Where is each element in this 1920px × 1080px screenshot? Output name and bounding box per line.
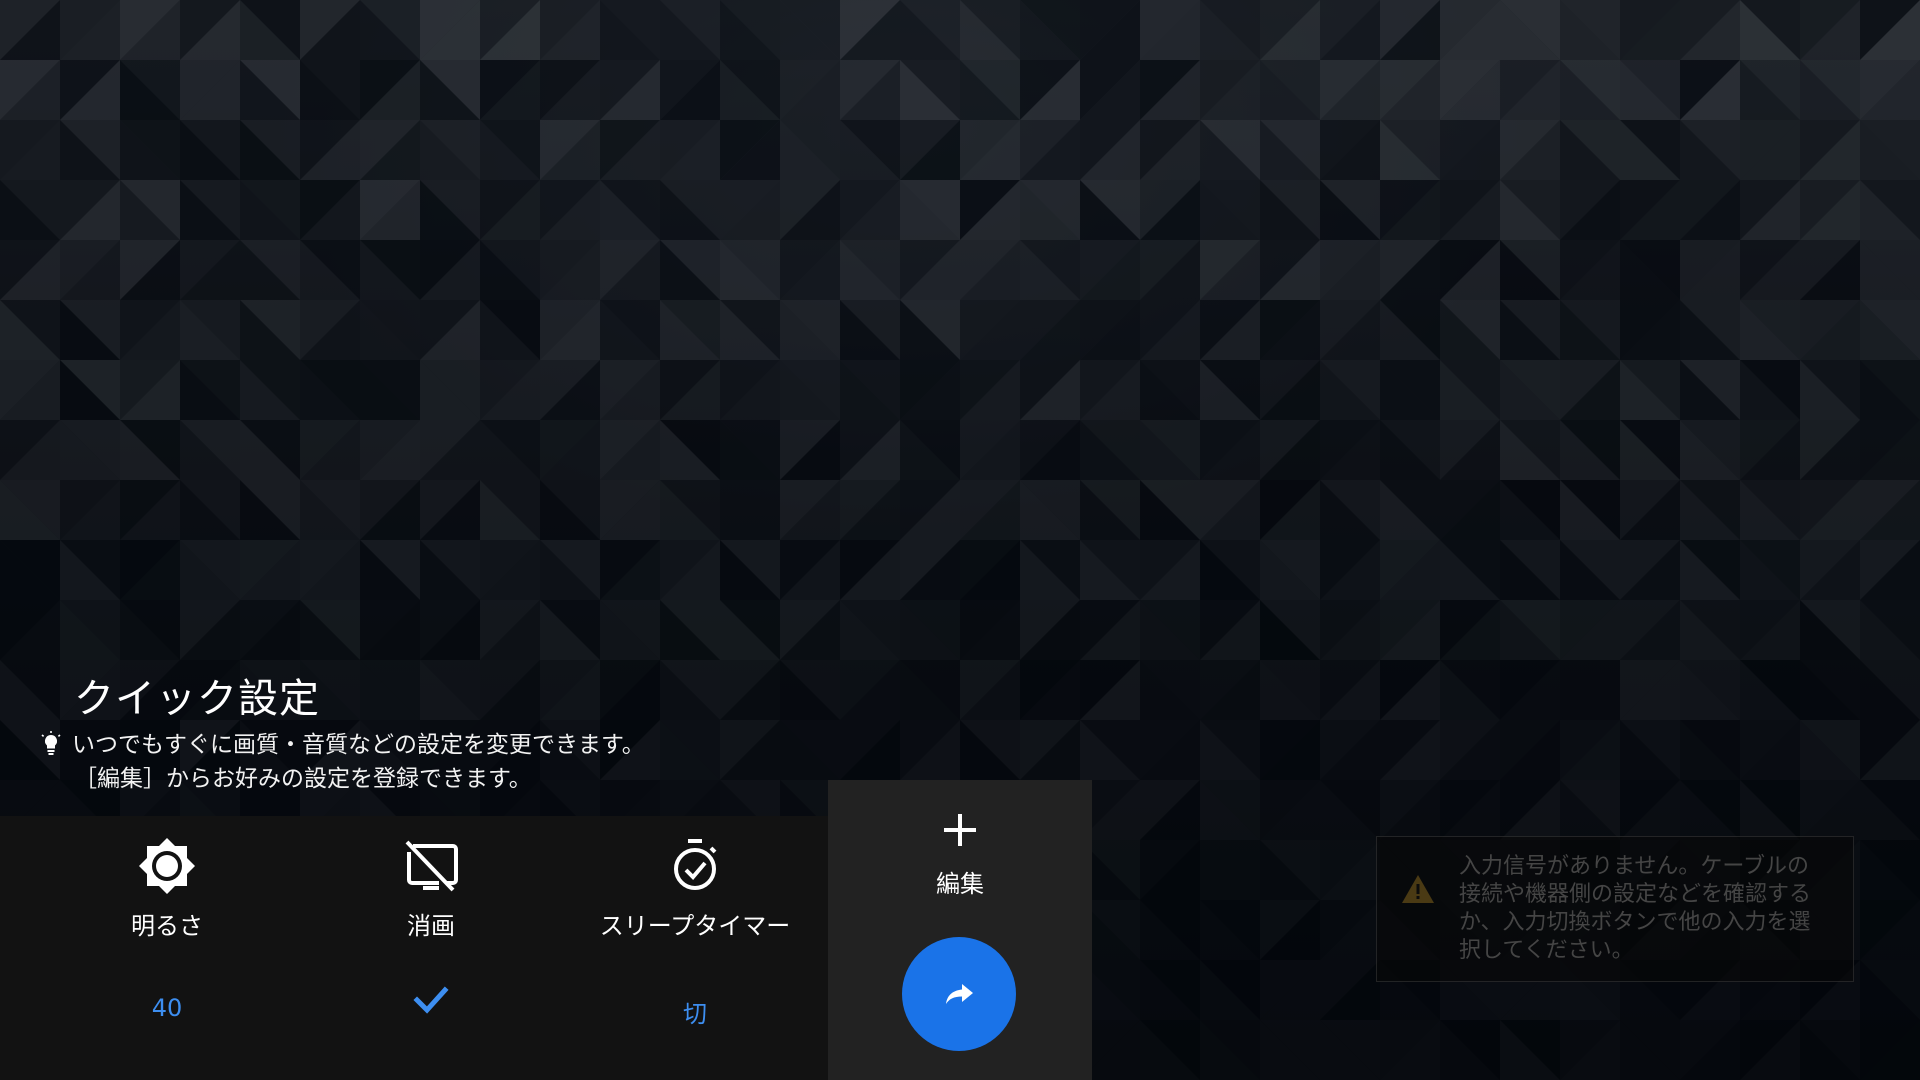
no-signal-notice: 入力信号がありません。ケーブルの接続や機器側の設定などを確認するか、入力切換ボタ… xyxy=(1376,836,1854,982)
quick-settings-title: クイック設定 xyxy=(74,676,320,722)
brightness-value: 40 xyxy=(151,994,183,1022)
sleep-timer-tile[interactable]: スリープタイマー 切 xyxy=(563,816,827,1080)
picture-off-icon xyxy=(405,840,458,892)
lightbulb-icon xyxy=(41,731,61,755)
sleep-timer-label: スリープタイマー xyxy=(599,912,791,940)
hint-line-1: いつでもすぐに画質・音質などの設定を変更できます。 xyxy=(72,732,645,758)
brightness-tile[interactable]: 明るさ 40 xyxy=(35,816,299,1080)
share-button[interactable] xyxy=(902,937,1016,1051)
tv-screen: クイック設定 いつでもすぐに画質・音質などの設定を変更できます。 ［編集］からお… xyxy=(0,0,1920,1080)
brightness-icon xyxy=(139,838,195,894)
edit-tile[interactable]: 編集 xyxy=(828,780,1092,1080)
warning-icon xyxy=(1402,875,1434,903)
hint-line-2: ［編集］からお好みの設定を登録できます。 xyxy=(74,766,532,792)
brightness-label: 明るさ xyxy=(131,912,203,940)
sleep-timer-value: 切 xyxy=(683,1000,707,1028)
plus-icon xyxy=(944,814,976,846)
quick-settings-hint: いつでもすぐに画質・音質などの設定を変更できます。 ［編集］からお好みの設定を登… xyxy=(40,728,645,796)
sleep-timer-icon xyxy=(674,839,717,890)
share-arrow-icon xyxy=(946,984,973,1004)
no-signal-message: 入力信号がありません。ケーブルの接続や機器側の設定などを確認するか、入力切換ボタ… xyxy=(1459,854,1812,963)
edit-label: 編集 xyxy=(936,870,984,898)
picture-off-tile[interactable]: 消画 xyxy=(299,816,563,1080)
picture-off-label: 消画 xyxy=(407,912,455,940)
checkmark-icon xyxy=(413,986,449,1014)
